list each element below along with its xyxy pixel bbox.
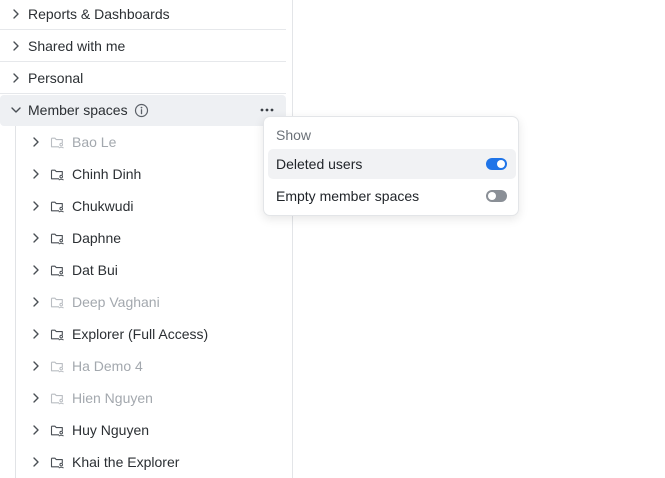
info-icon[interactable] (134, 103, 149, 118)
user-folder-icon (50, 201, 64, 213)
member-space-name: Explorer (Full Access) (72, 326, 209, 342)
user-folder-icon (50, 169, 64, 181)
member-space-item[interactable]: Dat Bui (16, 254, 286, 286)
section-label: Personal (28, 70, 84, 86)
member-space-name: Khai the Explorer (72, 454, 180, 470)
chevron-right-icon (13, 9, 19, 19)
deleted-users-toggle[interactable] (486, 158, 507, 170)
toggle-knob (497, 160, 505, 168)
member-space-name: Hien Nguyen (72, 390, 153, 406)
chevron-right-icon[interactable] (29, 327, 43, 341)
chevron-right-icon[interactable] (29, 423, 43, 437)
user-folder-icon (50, 329, 64, 341)
user-folder-icon (50, 233, 64, 245)
section-member-spaces[interactable]: Member spaces (0, 95, 286, 126)
member-space-item[interactable]: Chukwudi (16, 190, 286, 222)
chevron-right-icon[interactable] (29, 359, 43, 373)
section-reports-dashboards[interactable]: Reports & Dashboards (0, 0, 286, 30)
option-empty-member-spaces[interactable]: Empty member spaces (268, 181, 516, 211)
member-space-name: Dat Bui (72, 262, 118, 278)
chevron-right-icon[interactable] (29, 263, 43, 277)
member-space-name: Huy Nguyen (72, 422, 150, 438)
member-space-item[interactable]: Chinh Dinh (16, 158, 286, 190)
empty-member-spaces-toggle[interactable] (486, 190, 507, 202)
popover-heading: Show (276, 127, 312, 143)
user-folder-icon (50, 265, 64, 277)
chevron-right-icon[interactable] (29, 455, 43, 469)
member-space-name: Ha Demo 4 (72, 358, 143, 374)
section-shared-with-me[interactable]: Shared with me (0, 31, 286, 62)
chevron-right-icon (13, 41, 19, 51)
member-space-name: Deep Vaghani (72, 294, 160, 310)
chevron-right-icon[interactable] (29, 199, 43, 213)
chevron-right-icon (13, 73, 19, 83)
member-space-name: Daphne (72, 230, 122, 246)
member-space-name: Bao Le (72, 134, 117, 150)
member-space-name: Chukwudi (72, 198, 134, 214)
option-label: Deleted users (276, 156, 363, 172)
section-personal[interactable]: Personal (0, 63, 286, 94)
chevron-right-icon[interactable] (29, 135, 43, 149)
option-deleted-users[interactable]: Deleted users (268, 149, 516, 179)
member-space-name: Chinh Dinh (72, 166, 142, 182)
show-options-popover: Show Deleted users Empty member spaces (263, 116, 519, 216)
member-space-item[interactable]: Huy Nguyen (16, 414, 286, 446)
member-space-item[interactable]: Explorer (Full Access) (16, 318, 286, 350)
more-horizontal-icon (260, 108, 274, 112)
member-space-item[interactable]: Deep Vaghani (16, 286, 286, 318)
toggle-knob (488, 192, 496, 200)
member-space-item[interactable]: Hien Nguyen (16, 382, 286, 414)
member-space-item[interactable]: Bao Le (16, 126, 286, 158)
chevron-right-icon[interactable] (29, 231, 43, 245)
section-label: Shared with me (28, 38, 126, 54)
member-space-item[interactable]: Khai the Explorer (16, 446, 286, 478)
chevron-right-icon[interactable] (29, 295, 43, 309)
section-label: Member spaces (28, 102, 128, 118)
user-folder-icon (50, 297, 64, 309)
sidebar: Reports & Dashboards Shared with me Pers… (0, 0, 293, 478)
chevron-right-icon[interactable] (29, 391, 43, 405)
member-space-item[interactable]: Ha Demo 4 (16, 350, 286, 382)
chevron-down-icon (11, 107, 21, 113)
user-folder-icon (50, 361, 64, 373)
option-label: Empty member spaces (276, 188, 420, 204)
user-folder-icon (50, 393, 64, 405)
section-label: Reports & Dashboards (28, 6, 170, 22)
user-folder-icon (50, 137, 64, 149)
user-folder-icon (50, 425, 64, 437)
member-space-item[interactable]: Daphne (16, 222, 286, 254)
chevron-right-icon[interactable] (29, 167, 43, 181)
user-folder-icon (50, 457, 64, 469)
